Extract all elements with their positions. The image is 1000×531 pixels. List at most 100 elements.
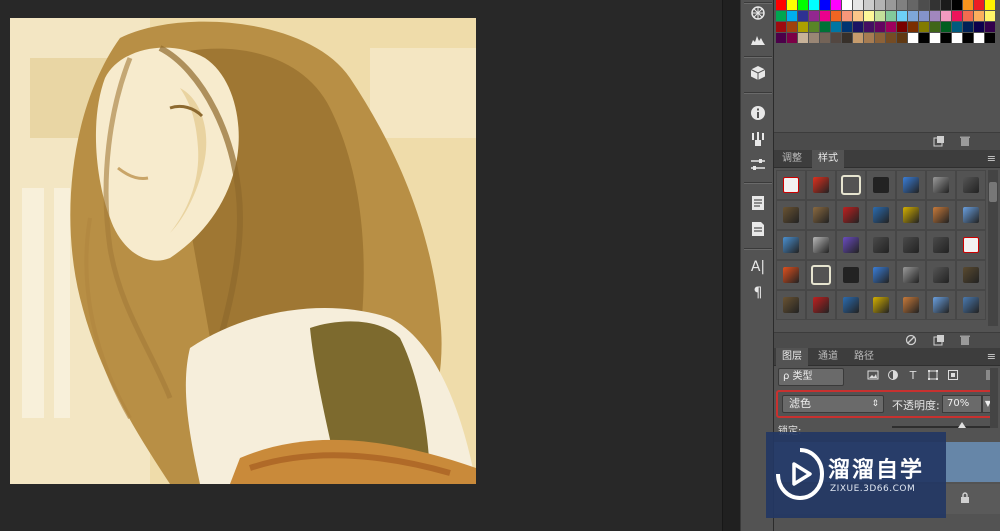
clear-style-icon[interactable] [904,334,918,348]
color-swatch[interactable] [952,0,962,10]
color-swatch[interactable] [831,22,841,32]
color-swatch[interactable] [886,22,896,32]
color-swatch[interactable] [963,0,973,10]
color-swatch[interactable] [809,22,819,32]
color-swatch[interactable] [809,11,819,21]
color-swatch[interactable] [974,33,984,43]
document-image[interactable] [10,18,476,484]
color-swatch[interactable] [798,22,808,32]
color-swatch[interactable] [952,33,962,43]
color-swatch[interactable] [919,11,929,21]
color-wheel-icon[interactable] [745,2,771,24]
style-preset[interactable] [776,290,806,320]
smart-object-filter-icon[interactable] [946,369,960,383]
color-swatch[interactable] [875,0,885,10]
color-swatch[interactable] [930,0,940,10]
shape-filter-icon[interactable] [926,369,940,383]
style-preset[interactable] [926,260,956,290]
color-swatch[interactable] [886,0,896,10]
style-preset[interactable] [866,170,896,200]
color-swatch[interactable] [842,22,852,32]
delete-style-icon[interactable] [958,334,972,348]
color-swatch[interactable] [886,33,896,43]
style-preset[interactable] [806,290,836,320]
color-swatch[interactable] [853,33,863,43]
color-swatch[interactable] [952,22,962,32]
opacity-slider-thumb[interactable] [958,422,966,428]
color-swatch[interactable] [864,33,874,43]
style-preset[interactable] [956,260,986,290]
color-swatch[interactable] [831,33,841,43]
style-preset[interactable] [806,260,836,290]
scroll-thumb[interactable] [989,182,997,202]
color-swatch[interactable] [897,0,907,10]
color-swatch[interactable] [919,33,929,43]
color-swatch[interactable] [853,0,863,10]
color-swatch[interactable] [831,11,841,21]
style-preset[interactable] [896,170,926,200]
trash-icon[interactable] [958,135,972,149]
color-swatch[interactable] [908,11,918,21]
character-icon[interactable]: A| [745,256,771,278]
panel-menu-icon[interactable]: ≡ [987,350,996,363]
style-preset[interactable] [956,290,986,320]
color-swatch[interactable] [897,22,907,32]
style-preset[interactable] [806,170,836,200]
color-swatch[interactable] [864,22,874,32]
color-swatch[interactable] [908,22,918,32]
color-swatch[interactable] [985,22,995,32]
style-preset[interactable] [776,260,806,290]
style-preset[interactable] [866,200,896,230]
document-icon[interactable] [745,218,771,240]
style-preset[interactable] [776,230,806,260]
color-swatch[interactable] [963,22,973,32]
style-preset[interactable] [776,170,806,200]
color-swatch[interactable] [776,0,786,10]
style-preset[interactable] [956,230,986,260]
style-preset[interactable] [926,170,956,200]
color-swatch[interactable] [963,11,973,21]
style-preset[interactable] [896,290,926,320]
color-swatch[interactable] [776,11,786,21]
new-swatch-icon[interactable] [932,135,946,149]
color-swatch[interactable] [787,33,797,43]
color-swatch[interactable] [842,11,852,21]
color-swatch[interactable] [930,22,940,32]
style-preset[interactable] [836,200,866,230]
adjustment-filter-icon[interactable] [886,369,900,383]
color-swatch[interactable] [875,22,885,32]
color-swatch[interactable] [974,11,984,21]
new-style-icon[interactable] [932,334,946,348]
style-preset[interactable] [836,260,866,290]
color-swatch[interactable] [853,11,863,21]
image-filter-icon[interactable] [866,369,880,383]
color-swatch[interactable] [787,0,797,10]
style-preset[interactable] [806,200,836,230]
opacity-input[interactable]: 70% [942,395,982,413]
type-filter-icon[interactable]: T [906,369,920,383]
color-swatch[interactable] [776,22,786,32]
opacity-slider[interactable] [892,422,992,428]
color-swatch[interactable] [974,22,984,32]
filter-kind-select[interactable]: ρ 类型 [778,368,844,386]
style-preset[interactable] [926,290,956,320]
style-preset[interactable] [836,290,866,320]
sliders-icon[interactable] [745,154,771,176]
color-swatch[interactable] [842,33,852,43]
color-swatch[interactable] [798,33,808,43]
style-preset[interactable] [896,200,926,230]
layers-scrollbar[interactable] [990,368,998,428]
color-swatch[interactable] [798,11,808,21]
panel-menu-icon[interactable]: ≡ [987,152,996,165]
style-preset[interactable] [866,290,896,320]
color-swatch[interactable] [974,0,984,10]
color-swatch[interactable] [776,33,786,43]
color-swatch[interactable] [820,22,830,32]
color-swatch[interactable] [930,11,940,21]
style-preset[interactable] [926,230,956,260]
brush-icon[interactable] [745,128,771,150]
color-swatch[interactable] [864,0,874,10]
style-preset[interactable] [806,230,836,260]
style-preset[interactable] [866,260,896,290]
color-swatch[interactable] [886,11,896,21]
